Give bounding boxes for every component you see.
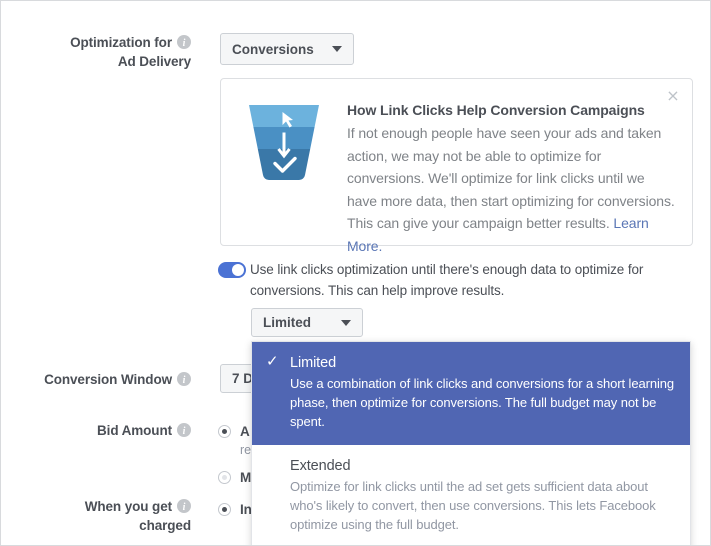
bid-amount-option-manual[interactable]: M [218, 469, 251, 487]
conversion-funnel-icon [241, 99, 327, 185]
info-icon[interactable] [177, 422, 191, 441]
info-icon[interactable] [177, 498, 191, 517]
bid-amount-automatic-sub: re [240, 443, 252, 457]
optimization-select-value: Conversions [232, 41, 314, 57]
when-charged-option-impression[interactable]: In [218, 501, 252, 519]
when-charged-label-line2: charged [139, 518, 191, 533]
radio-impression[interactable] [218, 503, 231, 516]
optimization-label: Optimization for Ad Delivery [31, 33, 191, 71]
info-icon[interactable] [177, 34, 191, 53]
radio-automatic[interactable] [218, 425, 231, 438]
dropdown-option-limited-desc: Use a combination of link clicks and con… [290, 376, 675, 429]
check-icon: ✓ [266, 352, 279, 370]
card-title: How Link Clicks Help Conversion Campaign… [347, 102, 645, 118]
dropdown-option-extended-desc: Optimize for link clicks until the ad se… [290, 479, 656, 532]
info-icon[interactable] [177, 371, 191, 390]
learning-phase-dropdown: ✓ Limited Use a combination of link clic… [251, 341, 691, 545]
when-charged-label-line1: When you get [84, 499, 172, 514]
conversion-window-label: Conversion Window [31, 370, 191, 390]
radio-manual[interactable] [218, 471, 231, 484]
learning-phase-select[interactable]: Limited [251, 308, 363, 337]
optimization-label-line2: Ad Delivery [117, 54, 191, 69]
card-body: How Link Clicks Help Conversion Campaign… [347, 100, 677, 257]
link-clicks-info-card: × How Link Clicks Help Conversion Campai… [220, 78, 693, 254]
bid-amount-manual-label: M [240, 470, 252, 485]
dropdown-option-limited-title: Limited [290, 355, 337, 371]
conversion-window-value: 7 D [232, 371, 254, 386]
optimization-label-line1: Optimization for [70, 35, 172, 50]
conversion-window-label-text: Conversion Window [44, 372, 172, 387]
link-clicks-toggle[interactable] [218, 262, 246, 278]
link-clicks-toggle-label: Use link clicks optimization until there… [250, 262, 644, 298]
bid-amount-label: Bid Amount [31, 421, 191, 441]
dropdown-option-extended-title: Extended [290, 458, 351, 474]
dropdown-option-extended[interactable]: Extended Optimize for link clicks until … [252, 445, 690, 545]
bid-amount-option-automatic[interactable]: A [218, 423, 250, 441]
when-charged-label: When you get charged [31, 497, 191, 535]
chevron-down-icon [341, 319, 351, 326]
card-text: If not enough people have seen your ads … [347, 122, 677, 257]
bid-amount-label-text: Bid Amount [97, 423, 172, 438]
bid-amount-automatic-label: A [240, 424, 250, 439]
chevron-down-icon [332, 46, 342, 52]
optimization-select[interactable]: Conversions [220, 33, 354, 65]
learning-phase-select-value: Limited [263, 315, 312, 330]
dropdown-option-limited[interactable]: ✓ Limited Use a combination of link clic… [252, 342, 690, 445]
ad-set-optimization-panel: Optimization for Ad Delivery Conversions… [0, 0, 711, 546]
